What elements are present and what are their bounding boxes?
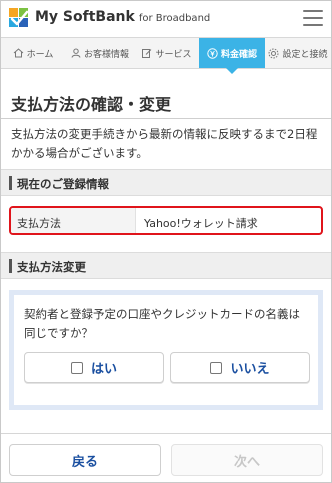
home-icon (13, 48, 23, 58)
payment-method-row: 支払方法 Yahoo!ウォレット請求 (9, 206, 323, 235)
answer-yes-button[interactable]: はい (24, 352, 164, 383)
nav-item-settings[interactable]: 設定と接続 (265, 38, 331, 68)
lead-text: 支払方法の変更手続きから最新の情報に反映するまで2日程かかる場合がございます。 (11, 127, 318, 160)
nav-label-settings: 設定と接続 (282, 49, 328, 60)
user-icon (71, 48, 81, 58)
nav-label-home: ホーム (26, 49, 54, 60)
payment-method-value: Yahoo!ウォレット請求 (144, 217, 258, 230)
question-box: 契約者と登録予定の口座やクレジットカードの名義は同じですか？ はい いいえ (9, 290, 323, 410)
section-change-method: 支払方法変更 (1, 252, 331, 279)
nav-label-billing: 料金確認 (220, 49, 257, 60)
section-title-change-method: 支払方法変更 (17, 260, 86, 274)
section-current-info: 現在のご登録情報 (1, 169, 331, 196)
header: My SoftBank for Broadband (1, 1, 331, 37)
nav-label-service: サービス (155, 49, 192, 60)
section-title-current-info: 現在のご登録情報 (17, 177, 109, 191)
section-marker (9, 176, 12, 190)
hamburger-menu-icon[interactable] (303, 10, 323, 26)
brand-subtitle: for Broadband (138, 13, 211, 24)
brand-name: My SoftBank (35, 9, 135, 25)
page-title: 支払方法の確認・変更 (11, 95, 172, 114)
title-divider (1, 118, 331, 119)
payment-method-label: 支払方法 (11, 208, 136, 233)
main-nav: ホーム お客様情報 サービス 料金確認 設定と接続 (1, 37, 331, 74)
gear-icon (268, 48, 279, 58)
name-match-question: 契約者と登録予定の口座やクレジットカードの名義は同じですか？ (24, 307, 300, 340)
answer-no-button[interactable]: いいえ (170, 352, 310, 383)
checkbox-icon (210, 361, 223, 374)
softbank-logo-icon (9, 8, 29, 27)
answer-no-label: いいえ (230, 362, 270, 377)
page-frame: My SoftBank for Broadband ホーム お客様情報 サービス … (0, 0, 332, 483)
yen-icon (207, 47, 218, 59)
edit-icon (142, 49, 152, 58)
answer-yes-label: はい (90, 362, 117, 377)
question-box-inner: 契約者と登録予定の口座やクレジットカードの名義は同じですか？ はい いいえ (14, 295, 318, 405)
nav-item-home[interactable]: ホーム (1, 38, 65, 68)
nav-item-customer-info[interactable]: お客様情報 (65, 38, 135, 68)
back-button[interactable]: 戻る (9, 444, 161, 476)
section-marker (9, 259, 12, 273)
nav-item-service[interactable]: サービス (135, 38, 199, 68)
nav-item-billing[interactable]: 料金確認 (199, 38, 265, 74)
footer-divider (1, 433, 331, 434)
next-button[interactable]: 次へ (171, 444, 323, 476)
nav-label-customer-info: お客様情報 (83, 49, 129, 60)
checkbox-icon (70, 361, 83, 374)
brand-title: My SoftBank for Broadband (35, 9, 210, 25)
